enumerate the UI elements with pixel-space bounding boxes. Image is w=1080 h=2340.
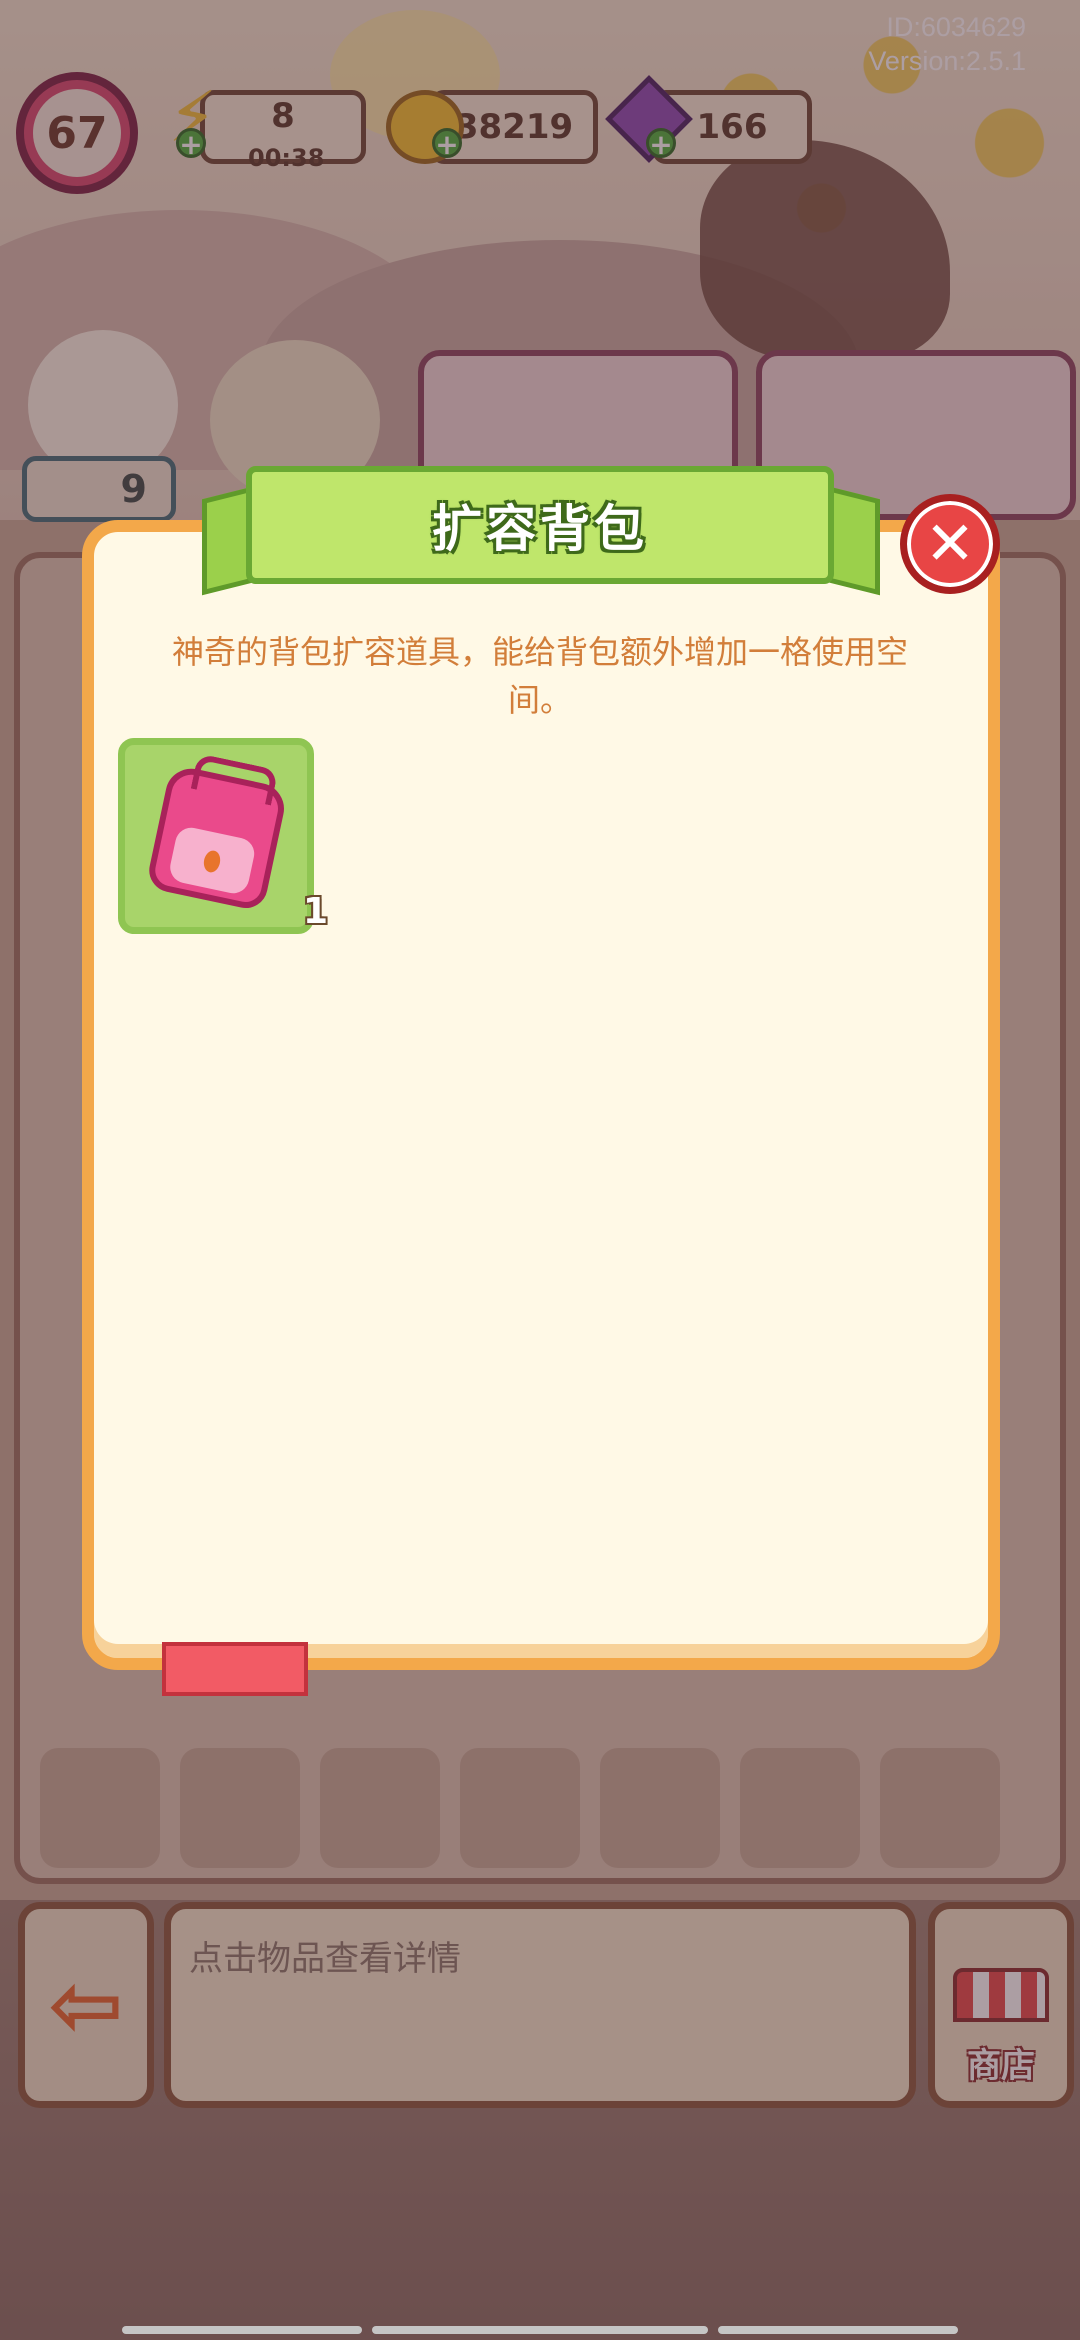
home-indicator (122, 2326, 362, 2334)
item-count: 1 (303, 891, 329, 932)
backpack-icon (145, 763, 289, 913)
dialog-title: 扩容背包 (432, 500, 648, 558)
close-button[interactable]: ✕ (900, 494, 1000, 594)
home-indicator (372, 2326, 708, 2334)
backpack-pocket (167, 824, 258, 897)
dialog-description: 神奇的背包扩容道具，能给背包额外增加一格使用空间。 (171, 633, 908, 719)
home-indicator (718, 2326, 958, 2334)
close-icon: ✕ (924, 509, 976, 579)
bookmark-ribbon (162, 1642, 308, 1696)
dialog-title-banner: 扩容背包 (246, 466, 834, 584)
item-slot[interactable]: 1 (118, 738, 328, 934)
